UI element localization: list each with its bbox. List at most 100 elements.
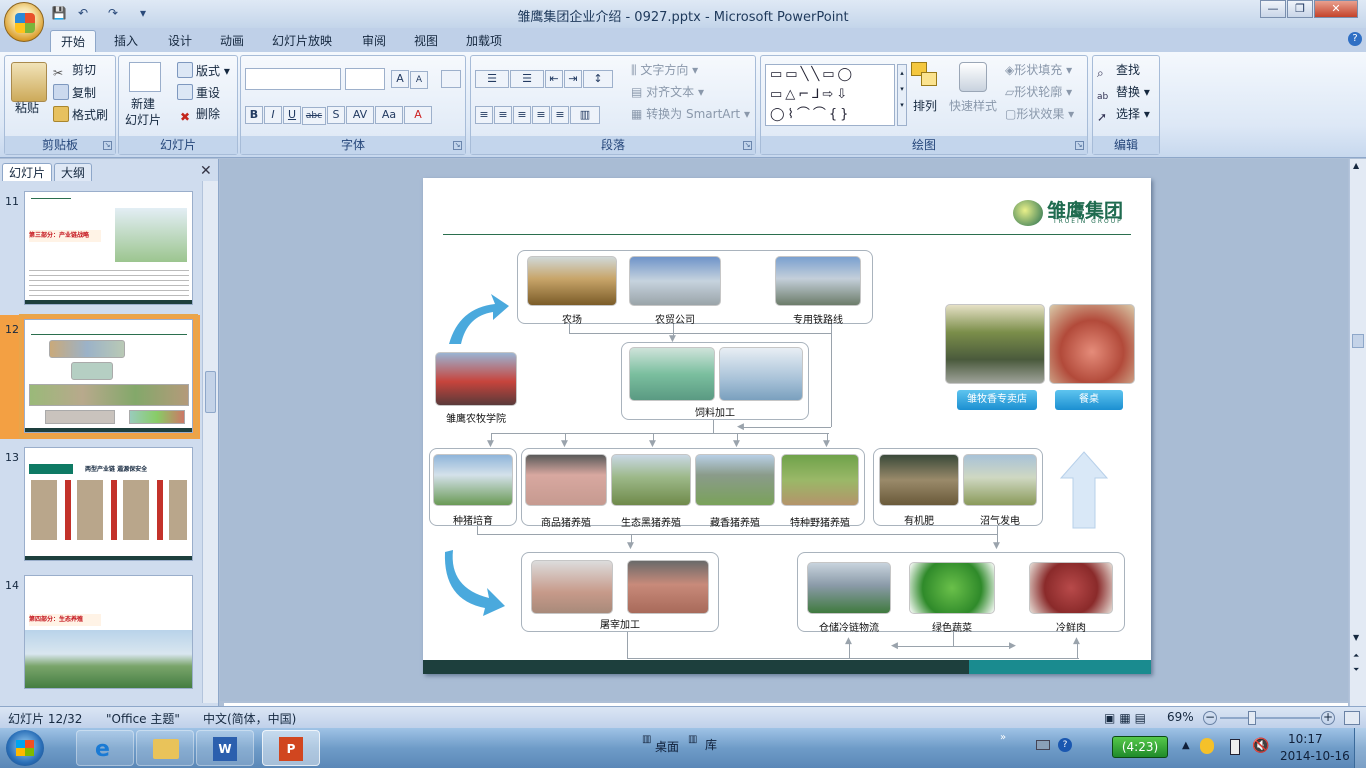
find-button[interactable]: ⌕ 查找: [1097, 62, 1140, 81]
maximize-button[interactable]: ❐: [1287, 0, 1313, 18]
quick-styles-icon[interactable]: [959, 62, 987, 92]
theme-name[interactable]: "Office 主题": [106, 710, 180, 727]
start-button[interactable]: [6, 730, 44, 766]
shrink-font-button[interactable]: A: [410, 71, 428, 89]
quick-styles-button[interactable]: 快速样式: [949, 98, 997, 114]
cut-button[interactable]: ✂ 剪切: [53, 62, 96, 81]
zoom-out-icon[interactable]: −: [1203, 711, 1217, 725]
change-case-button[interactable]: Aa: [375, 106, 403, 124]
font-size-combo[interactable]: [345, 68, 385, 90]
arrange-icon[interactable]: [911, 62, 941, 90]
align-text-button[interactable]: ▤ 对齐文本 ▾: [631, 84, 704, 100]
align-right-button[interactable]: ≡: [513, 106, 531, 124]
panel-scrollbar[interactable]: [202, 181, 218, 703]
increase-indent-button[interactable]: ⇥: [564, 70, 582, 88]
numbering-button[interactable]: ☰: [510, 70, 544, 88]
current-slide[interactable]: 雏鹰集团 TRUEIN GROUP 农场 农贸公司 专用铁路线 ▼ ◀ 饲料加工…: [423, 178, 1151, 674]
font-name-combo[interactable]: [245, 68, 341, 90]
zoom-level[interactable]: 69%: [1167, 710, 1194, 724]
taskbar-powerpoint[interactable]: P: [262, 730, 320, 766]
slide-thumbnail-11[interactable]: 第三部分：产业链战略: [24, 191, 193, 305]
scroll-up-icon[interactable]: ▲: [1353, 161, 1359, 170]
arrange-button[interactable]: 排列: [913, 98, 937, 114]
select-button[interactable]: ➚ 选择 ▾: [1097, 106, 1150, 125]
slide-thumbnail-12[interactable]: [19, 314, 198, 438]
tab-review[interactable]: 审阅: [352, 30, 396, 52]
clock-time[interactable]: 10:17: [1288, 732, 1323, 746]
tab-slideshow[interactable]: 幻灯片放映: [262, 30, 342, 52]
help-tray-icon[interactable]: ?: [1058, 738, 1072, 752]
distributed-button[interactable]: ≡: [551, 106, 569, 124]
clock-date[interactable]: 2014-10-16: [1280, 749, 1350, 763]
dialog-launcher-icon[interactable]: ↘: [453, 141, 462, 150]
text-direction-button[interactable]: ⫼ 文字方向 ▾: [631, 62, 698, 78]
shape-fill-button[interactable]: ◈形状填充 ▾: [1005, 62, 1072, 78]
stage-scroll-thumb[interactable]: [1352, 334, 1364, 348]
language[interactable]: 中文(简体，中国): [203, 710, 296, 727]
office-button[interactable]: [4, 2, 44, 42]
layout-button[interactable]: 版式 ▾: [177, 62, 230, 79]
tab-slides[interactable]: 幻灯片: [2, 163, 53, 181]
paste-button[interactable]: 粘贴: [15, 100, 39, 116]
format-painter-button[interactable]: 格式刷: [53, 106, 108, 123]
minimize-button[interactable]: —: [1260, 0, 1286, 18]
tab-outline[interactable]: 大纲: [54, 163, 93, 181]
scroll-down-icon[interactable]: ▼: [1353, 633, 1359, 642]
copy-button[interactable]: 复制: [53, 84, 96, 101]
shape-outline-button[interactable]: ▱形状轮廓 ▾: [1005, 84, 1072, 100]
align-center-button[interactable]: ≡: [494, 106, 512, 124]
clear-format-button[interactable]: [441, 70, 461, 88]
next-slide-icon[interactable]: ⏷: [1353, 665, 1359, 675]
new-slide-button[interactable]: 新建 幻灯片: [125, 96, 161, 128]
font-color-button[interactable]: A: [404, 106, 432, 124]
panel-scroll-thumb[interactable]: [205, 371, 216, 413]
save-icon[interactable]: 💾: [50, 4, 68, 22]
battery-tray-icon[interactable]: [1230, 739, 1240, 755]
qat-more-icon[interactable]: ▾: [134, 4, 152, 22]
tab-home[interactable]: 开始: [50, 30, 97, 52]
stage-scrollbar[interactable]: ▲ ▼ ⏶ ⏷: [1349, 159, 1366, 706]
shadow-button[interactable]: S: [327, 106, 345, 124]
underline-button[interactable]: U: [283, 106, 301, 124]
keyboard-icon[interactable]: [1036, 740, 1050, 750]
shapes-gallery[interactable]: ▭▭╲╲▭◯ ▭△⌐⅃⇨⇩ ◯⌇⌒⌒{}: [765, 64, 895, 126]
line-spacing-button[interactable]: ↕: [583, 70, 613, 88]
shapes-gallery-scroll[interactable]: ▴ ▾ ▾: [897, 64, 907, 126]
paste-icon[interactable]: [11, 62, 47, 102]
desktop-toolbar[interactable]: 桌面: [655, 738, 679, 755]
columns-button[interactable]: ▥: [570, 106, 600, 124]
redo-icon[interactable]: ↷: [104, 4, 122, 22]
prev-slide-icon[interactable]: ⏶: [1353, 651, 1359, 661]
fit-window-icon[interactable]: [1344, 711, 1360, 725]
taskbar-ie[interactable]: e: [76, 730, 134, 766]
replace-button[interactable]: ab 替换 ▾: [1097, 84, 1150, 105]
new-slide-icon[interactable]: [129, 62, 161, 92]
battery-indicator[interactable]: (4:23): [1112, 736, 1168, 758]
slide-thumbnail-13[interactable]: 两型产业链 遏源保安全: [24, 447, 193, 561]
library-toolbar[interactable]: 库: [705, 736, 717, 753]
tab-animation[interactable]: 动画: [210, 30, 254, 52]
tab-insert[interactable]: 插入: [104, 30, 148, 52]
zoom-slider-thumb[interactable]: [1248, 711, 1256, 725]
smartart-button[interactable]: ▦ 转换为 SmartArt ▾: [631, 106, 750, 122]
view-buttons[interactable]: ▣▦▤: [1104, 711, 1150, 725]
dialog-launcher-icon[interactable]: ↘: [743, 141, 752, 150]
help-icon[interactable]: ?: [1348, 32, 1362, 46]
qq-icon[interactable]: [1200, 738, 1214, 754]
volume-muted-icon[interactable]: 🔇: [1252, 738, 1269, 754]
align-left-button[interactable]: ≡: [475, 106, 493, 124]
char-spacing-button[interactable]: AV: [346, 106, 374, 124]
taskbar-explorer[interactable]: [136, 730, 194, 766]
panel-close-icon[interactable]: ✕: [200, 163, 212, 179]
delete-button[interactable]: ✖ 删除: [177, 106, 220, 125]
toolbar-expand-icon[interactable]: »: [1000, 732, 1006, 743]
show-desktop-button[interactable]: [1354, 728, 1366, 768]
italic-button[interactable]: I: [264, 106, 282, 124]
tab-addins[interactable]: 加载项: [456, 30, 512, 52]
grow-font-button[interactable]: A: [391, 70, 409, 88]
tab-design[interactable]: 设计: [158, 30, 202, 52]
taskbar-word[interactable]: W: [196, 730, 254, 766]
zoom-slider[interactable]: [1220, 717, 1320, 719]
slide-thumbnail-14[interactable]: 第四部分：生态养殖: [24, 575, 193, 689]
shape-effects-button[interactable]: ▢形状效果 ▾: [1005, 106, 1074, 122]
